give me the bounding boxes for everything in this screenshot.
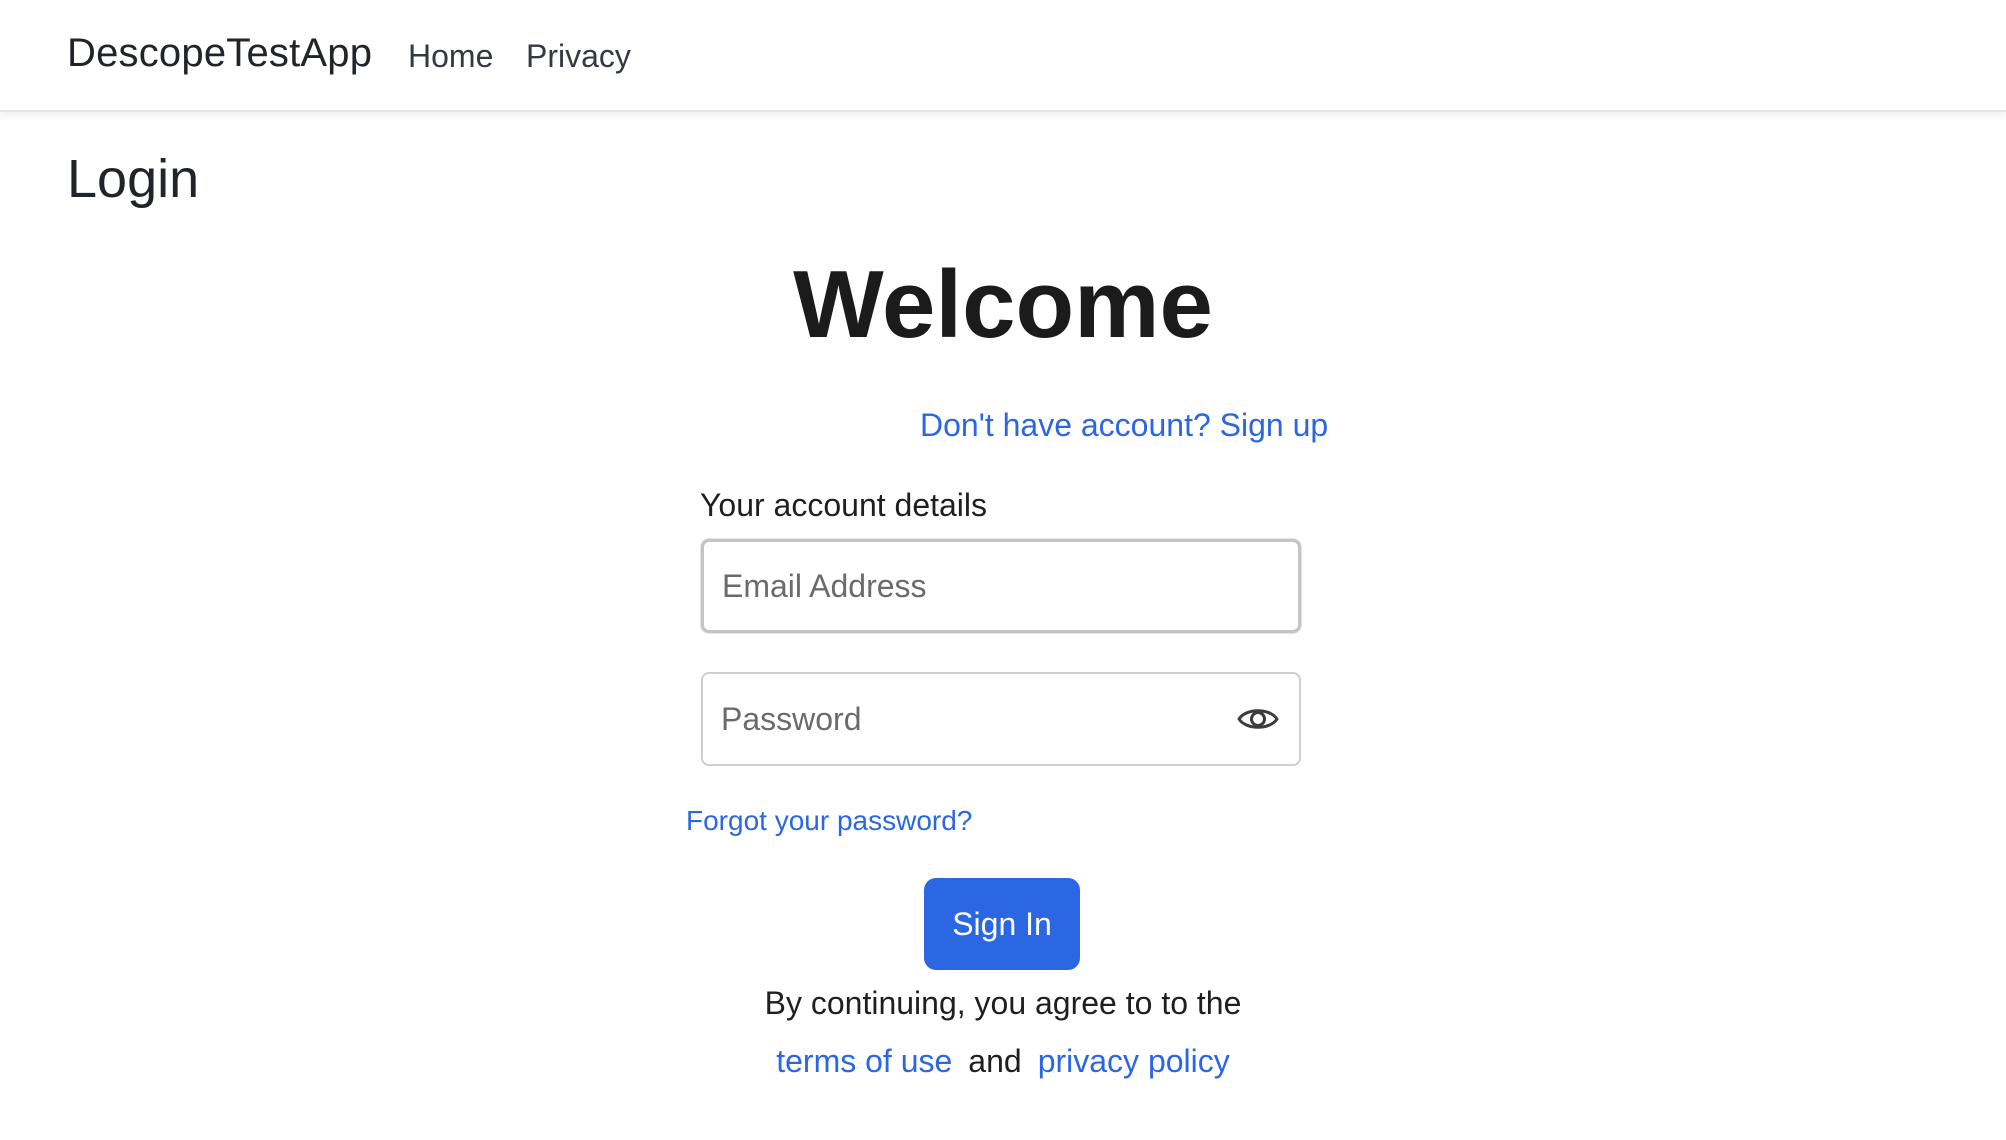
email-input[interactable] [722,542,1242,630]
password-field-container [701,672,1301,766]
brand-link[interactable]: DescopeTestApp [67,31,372,76]
nav-link-privacy[interactable]: Privacy [526,38,631,75]
email-field-container [701,539,1301,633]
and-text: and [968,1043,1022,1079]
terms-row: terms of use and privacy policy [0,1043,2006,1080]
nav-link-home[interactable]: Home [408,38,493,75]
forgot-password-link[interactable]: Forgot your password? [686,805,972,837]
sign-in-button[interactable]: Sign In [924,878,1080,970]
welcome-heading: Welcome [793,251,1213,358]
page-title: Login [67,149,200,209]
password-input[interactable] [721,674,1241,764]
account-details-label: Your account details [700,487,988,523]
agreement-text: By continuing, you agree to to the [764,985,1242,1021]
signup-link[interactable]: Don't have account? Sign up [920,407,1328,444]
terms-of-use-link[interactable]: terms of use [776,1043,952,1079]
privacy-policy-link[interactable]: privacy policy [1038,1043,1230,1079]
navbar: DescopeTestApp Home Privacy [0,0,2006,112]
eye-icon[interactable] [1237,701,1279,737]
